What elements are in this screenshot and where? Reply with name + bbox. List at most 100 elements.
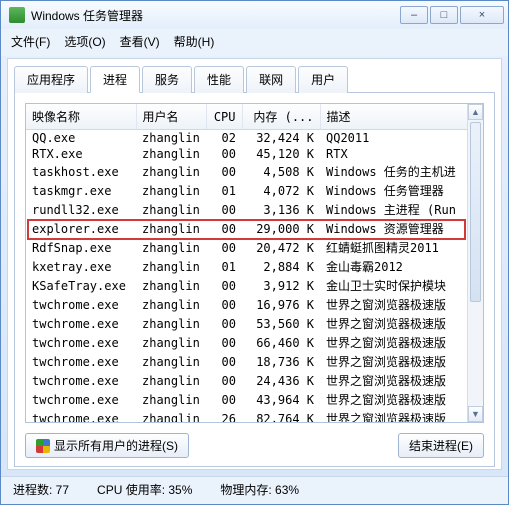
menu-options[interactable]: 选项(O): [64, 33, 105, 50]
cell-mem: 82,764 K: [242, 409, 320, 423]
tab-body: 映像名称 用户名 CPU 内存 (... 描述 QQ.exezhanglin02…: [14, 93, 495, 467]
col-cpu[interactable]: CPU: [206, 104, 242, 130]
cell-user: zhanglin: [136, 409, 206, 423]
table-row[interactable]: twchrome.exezhanglin0043,964 K世界之窗浏览器极速版: [26, 390, 483, 409]
cell-user: zhanglin: [136, 295, 206, 314]
status-cpu-usage: CPU 使用率: 35%: [97, 481, 192, 498]
cell-mem: 53,560 K: [242, 314, 320, 333]
cell-img: taskhost.exe: [26, 162, 136, 181]
cell-cpu: 01: [206, 181, 242, 200]
table-row[interactable]: explorer.exezhanglin0029,000 KWindows 资源…: [26, 219, 483, 238]
cell-desc: Windows 任务管理器: [320, 181, 483, 200]
cell-img: twchrome.exe: [26, 409, 136, 423]
cell-cpu: 26: [206, 409, 242, 423]
cell-cpu: 00: [206, 352, 242, 371]
cell-mem: 2,884 K: [242, 257, 320, 276]
table-row[interactable]: twchrome.exezhanglin0053,560 K世界之窗浏览器极速版: [26, 314, 483, 333]
close-button[interactable]: ×: [460, 6, 504, 24]
tab-performance[interactable]: 性能: [194, 66, 244, 93]
table-row[interactable]: KSafeTray.exezhanglin003,912 K金山卫士实时保护模块: [26, 276, 483, 295]
cell-cpu: 00: [206, 390, 242, 409]
minimize-button[interactable]: –: [400, 6, 428, 24]
cell-img: twchrome.exe: [26, 314, 136, 333]
end-process-button[interactable]: 结束进程(E): [398, 433, 484, 458]
cell-mem: 45,120 K: [242, 146, 320, 162]
tab-services[interactable]: 服务: [142, 66, 192, 93]
cell-cpu: 00: [206, 333, 242, 352]
cell-img: twchrome.exe: [26, 352, 136, 371]
table-row[interactable]: rundll32.exezhanglin003,136 KWindows 主进程…: [26, 200, 483, 219]
process-list[interactable]: 映像名称 用户名 CPU 内存 (... 描述 QQ.exezhanglin02…: [25, 103, 484, 423]
menu-file[interactable]: 文件(F): [11, 33, 50, 50]
app-icon: [9, 7, 25, 23]
tab-processes[interactable]: 进程: [90, 66, 140, 93]
menu-help[interactable]: 帮助(H): [174, 33, 215, 50]
cell-cpu: 00: [206, 200, 242, 219]
cell-img: RdfSnap.exe: [26, 238, 136, 257]
menu-view[interactable]: 查看(V): [120, 33, 160, 50]
table-row[interactable]: taskmgr.exezhanglin014,072 KWindows 任务管理…: [26, 181, 483, 200]
table-row[interactable]: RdfSnap.exezhanglin0020,472 K红蜻蜓抓图精灵2011: [26, 238, 483, 257]
tab-networking[interactable]: 联网: [246, 66, 296, 93]
cell-user: zhanglin: [136, 130, 206, 147]
cell-mem: 18,736 K: [242, 352, 320, 371]
cell-mem: 4,072 K: [242, 181, 320, 200]
table-row[interactable]: RTX.exezhanglin0045,120 KRTX: [26, 146, 483, 162]
table-row[interactable]: twchrome.exezhanglin0016,976 K世界之窗浏览器极速版: [26, 295, 483, 314]
show-all-users-label: 显示所有用户的进程(S): [54, 437, 178, 454]
cell-desc: 世界之窗浏览器极速版: [320, 314, 483, 333]
table-row[interactable]: twchrome.exezhanglin0024,436 K世界之窗浏览器极速版: [26, 371, 483, 390]
tabstrip: 应用程序 进程 服务 性能 联网 用户: [14, 65, 495, 93]
maximize-button[interactable]: □: [430, 6, 458, 24]
tab-applications[interactable]: 应用程序: [14, 66, 88, 93]
table-row[interactable]: twchrome.exezhanglin0018,736 K世界之窗浏览器极速版: [26, 352, 483, 371]
cell-img: explorer.exe: [26, 219, 136, 238]
cell-cpu: 00: [206, 238, 242, 257]
table-row[interactable]: QQ.exezhanglin0232,424 KQQ2011: [26, 130, 483, 147]
cell-img: rundll32.exe: [26, 200, 136, 219]
cell-mem: 20,472 K: [242, 238, 320, 257]
cell-user: zhanglin: [136, 352, 206, 371]
cell-cpu: 00: [206, 295, 242, 314]
cell-mem: 43,964 K: [242, 390, 320, 409]
cell-user: zhanglin: [136, 219, 206, 238]
scroll-up-icon[interactable]: ▲: [468, 104, 483, 120]
cell-desc: 世界之窗浏览器极速版: [320, 390, 483, 409]
window-buttons: – □ ×: [400, 6, 504, 24]
cell-desc: Windows 资源管理器: [320, 219, 483, 238]
cell-cpu: 01: [206, 257, 242, 276]
tab-users[interactable]: 用户: [298, 66, 348, 93]
table-row[interactable]: kxetray.exezhanglin012,884 K金山毒霸2012: [26, 257, 483, 276]
table-row[interactable]: twchrome.exezhanglin0066,460 K世界之窗浏览器极速版: [26, 333, 483, 352]
cell-mem: 24,436 K: [242, 371, 320, 390]
col-image[interactable]: 映像名称: [26, 104, 136, 130]
col-user[interactable]: 用户名: [136, 104, 206, 130]
cell-mem: 29,000 K: [242, 219, 320, 238]
table-row[interactable]: taskhost.exezhanglin004,508 KWindows 任务的…: [26, 162, 483, 181]
button-row: 显示所有用户的进程(S) 结束进程(E): [25, 433, 484, 458]
titlebar[interactable]: Windows 任务管理器 – □ ×: [1, 1, 508, 29]
cell-img: KSafeTray.exe: [26, 276, 136, 295]
scroll-thumb[interactable]: [470, 122, 481, 302]
vertical-scrollbar[interactable]: ▲ ▼: [467, 104, 483, 422]
menubar: 文件(F) 选项(O) 查看(V) 帮助(H): [1, 29, 508, 56]
cell-desc: 世界之窗浏览器极速版: [320, 333, 483, 352]
col-memory[interactable]: 内存 (...: [242, 104, 320, 130]
scroll-down-icon[interactable]: ▼: [468, 406, 483, 422]
cell-mem: 3,912 K: [242, 276, 320, 295]
cell-img: taskmgr.exe: [26, 181, 136, 200]
cell-mem: 32,424 K: [242, 130, 320, 147]
cell-img: twchrome.exe: [26, 295, 136, 314]
table-row[interactable]: twchrome.exezhanglin2682,764 K世界之窗浏览器极速版: [26, 409, 483, 423]
cell-desc: RTX: [320, 146, 483, 162]
cell-cpu: 00: [206, 371, 242, 390]
end-process-label: 结束进程(E): [409, 437, 473, 454]
cell-user: zhanglin: [136, 257, 206, 276]
window-title: Windows 任务管理器: [31, 7, 400, 24]
cell-img: QQ.exe: [26, 130, 136, 147]
cell-desc: 世界之窗浏览器极速版: [320, 352, 483, 371]
cell-desc: 世界之窗浏览器极速版: [320, 371, 483, 390]
col-description[interactable]: 描述: [320, 104, 483, 130]
cell-mem: 4,508 K: [242, 162, 320, 181]
show-all-users-button[interactable]: 显示所有用户的进程(S): [25, 433, 189, 458]
